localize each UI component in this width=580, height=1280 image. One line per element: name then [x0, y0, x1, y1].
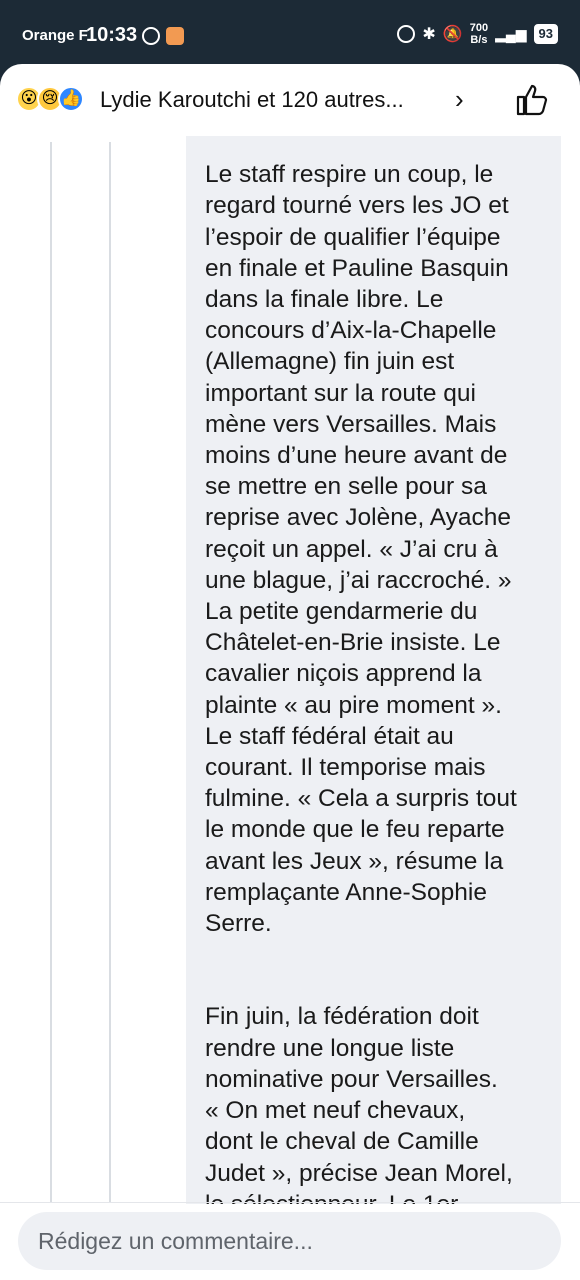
- status-bar: Orange F 10:33 ✱ 🔕 700 B/s ▂▄▆ 93: [0, 0, 580, 64]
- battery-indicator: 93: [533, 24, 558, 44]
- comment-paragraph: Fin juin, la fédération doit rendre une …: [205, 1003, 513, 1204]
- app-notification-icon: [166, 27, 184, 45]
- chevron-right-icon[interactable]: ›: [455, 84, 464, 115]
- network-speed: 700 B/s: [470, 22, 488, 46]
- footer-divider: [0, 1202, 580, 1203]
- system-icons: ✱ 🔕 700 B/s ▂▄▆ 93: [397, 22, 558, 46]
- like-reaction-icon: 👍: [58, 86, 84, 112]
- bluetooth-icon: ✱: [422, 26, 436, 43]
- carrier-name: Orange F: [22, 27, 88, 44]
- comment-text: Le staff respire un coup, le regard tour…: [205, 136, 555, 1204]
- alarm-icon: [397, 25, 416, 43]
- thumbs-up-icon[interactable]: [514, 82, 550, 118]
- thread-line: [109, 142, 111, 1202]
- whatsapp-icon: [142, 27, 160, 45]
- reactors-summary[interactable]: Lydie Karoutchi et 120 autres...: [100, 87, 404, 113]
- notification-icons: [142, 27, 184, 45]
- clock: 10:33: [86, 24, 138, 46]
- comment-bubble: Le staff respire un coup, le regard tour…: [186, 136, 561, 1204]
- comment-input[interactable]: Rédigez un commentaire...: [18, 1212, 561, 1270]
- reaction-emojis: 😮 😢 👍: [16, 86, 84, 112]
- comments-sheet: 😮 😢 👍 Lydie Karoutchi et 120 autres... ›…: [0, 64, 580, 1280]
- signal-icon: ▂▄▆: [495, 25, 527, 42]
- network-speed-value: 700: [469, 22, 489, 34]
- network-speed-unit: B/s: [470, 34, 488, 46]
- comment-paragraph: Le staff respire un coup, le regard tour…: [205, 161, 517, 938]
- thread-line: [50, 142, 52, 1202]
- mute-icon: 🔕: [442, 26, 463, 43]
- reactions-header[interactable]: 😮 😢 👍 Lydie Karoutchi et 120 autres... ›: [0, 64, 580, 136]
